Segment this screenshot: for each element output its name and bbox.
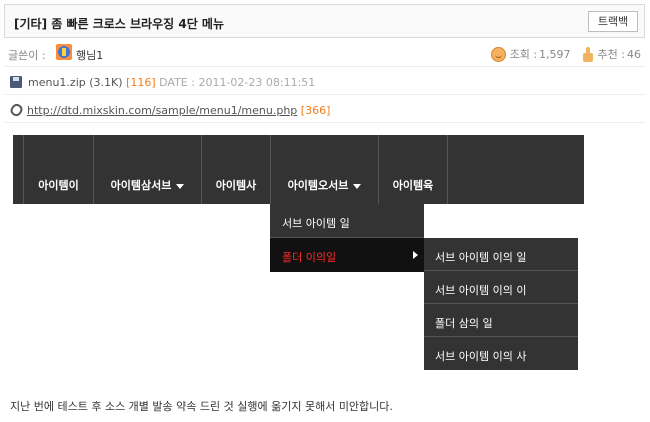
submenu-item[interactable]: 폴더 삼의 일	[424, 304, 578, 337]
recommend-label: 추천 :	[597, 48, 625, 61]
submenu-item[interactable]: 서브 아이템 이의 사	[424, 337, 578, 370]
menu-bar: 아이템이 아이템삼서브 아이템사 아이템오서브 아이템육	[13, 135, 584, 204]
submenu-item[interactable]: 서브 아이템 이의 일	[424, 238, 578, 271]
menu-item-label: 아이템육	[392, 179, 434, 192]
views-label: 조회 :	[509, 48, 538, 61]
submenu-item[interactable]: 서브 아이템 이의 이	[424, 271, 578, 304]
menu-item-label: 아이템오서브	[271, 177, 378, 193]
chevron-right-icon	[413, 251, 418, 259]
attachment-info: menu1.zip (3.1K) [116] DATE : 2011-02-23…	[28, 76, 315, 89]
post-title-bar: [기타] 좀 빠른 크로스 브라우징 4단 메뉴 트랙백	[4, 4, 645, 38]
link-hits: [366]	[300, 104, 331, 117]
attachment-size: (3.1K)	[89, 76, 123, 89]
menu-item-4[interactable]: 아이템오서브	[270, 135, 378, 204]
caret-down-icon	[353, 183, 362, 189]
attachment-row: menu1.zip (3.1K) [116] DATE : 2011-02-23…	[4, 71, 645, 95]
link-row: http://dtd.mixskin.com/sample/menu1/menu…	[4, 99, 645, 123]
external-link[interactable]: http://dtd.mixskin.com/sample/menu1/menu…	[27, 104, 297, 117]
menu-item-5[interactable]: 아이템육	[378, 135, 448, 204]
submenu-folder-item[interactable]: 폴더 이의일	[270, 238, 424, 272]
submenu-level3: 서브 아이템 이의 일 서브 아이템 이의 이 폴더 삼의 일 서브 아이템 이…	[424, 238, 578, 370]
post-stats: 조회 : 1,597 추천 : 46	[490, 46, 641, 62]
caret-down-icon	[176, 183, 185, 189]
menu-item-label: 아이템이	[38, 179, 79, 192]
menu-item-label: 아이템사	[215, 179, 257, 192]
post-title: [기타] 좀 빠른 크로스 브라우징 4단 메뉴	[14, 17, 224, 31]
attachment-filename[interactable]: menu1.zip	[28, 76, 86, 89]
author-label: 글쓴이 :	[8, 49, 46, 62]
author-name[interactable]: 행님1	[76, 47, 103, 63]
views-count: 1,597	[539, 47, 571, 61]
smile-icon	[490, 46, 506, 62]
menu-item-2[interactable]: 아이템삼서브	[93, 135, 201, 204]
thumbs-up-icon	[581, 46, 594, 62]
disk-icon	[10, 76, 22, 88]
menu-item-1[interactable]: 아이템이	[23, 135, 93, 204]
attachment-date-label: DATE :	[159, 76, 195, 89]
attachment-date: 2011-02-23 08:11:51	[198, 76, 316, 89]
menu-item-3[interactable]: 아이템사	[201, 135, 270, 204]
author-row: 글쓴이 : 행님1 조회 : 1,597 추천 : 46	[4, 42, 645, 67]
avatar-icon	[56, 44, 72, 60]
post-body-text: 지난 번에 테스트 후 소스 개별 발송 약속 드린 것 실행에 옮기지 못해서…	[10, 400, 393, 413]
submenu-item[interactable]: 서브 아이템 일	[270, 204, 424, 238]
submenu-level2: 서브 아이템 일 폴더 이의일	[270, 204, 424, 272]
link-info: http://dtd.mixskin.com/sample/menu1/menu…	[27, 104, 330, 117]
menu-item-label: 아이템삼서브	[94, 177, 201, 193]
paperclip-icon	[8, 101, 25, 119]
recommend-count: 46	[627, 47, 641, 61]
attachment-downloads: [116]	[126, 76, 156, 89]
trackback-button[interactable]: 트랙백	[588, 11, 638, 32]
